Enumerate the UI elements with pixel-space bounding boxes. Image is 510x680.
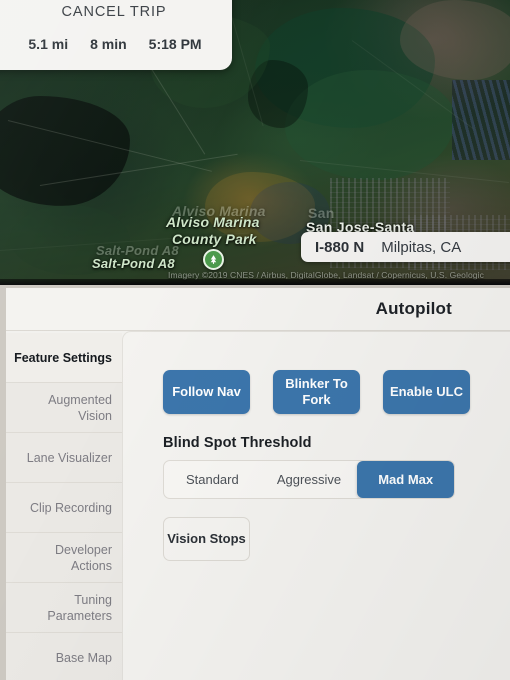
trip-stats: 5.1 mi 8 min 5:18 PM [28,36,201,52]
settings-panel: Autopilot Feature Settings Augmented Vis… [0,285,510,680]
trip-arrival-time: 5:18 PM [148,36,202,52]
blind-spot-option-aggressive[interactable]: Aggressive [261,461,358,498]
follow-nav-button[interactable]: Follow Nav [163,370,250,414]
map-dark-field [0,96,130,206]
satellite-map[interactable]: Alviso Marina Alviso Marina County Park … [0,0,510,285]
blind-spot-option-standard[interactable]: Standard [164,461,261,498]
blind-spot-threshold-segmented-control[interactable]: Standard Aggressive Mad Max [163,460,455,499]
map-label-salt-pond-a8: Salt-Pond A8 [92,256,175,271]
settings-header: Autopilot [6,288,510,331]
sidebar-item-feature-settings[interactable]: Feature Settings [6,333,122,383]
settings-sidebar[interactable]: Feature Settings Augmented Vision Lane V… [6,333,122,680]
sidebar-item-label: Developer Actions [55,542,112,573]
trip-duration: 8 min [90,36,127,52]
blinker-to-fork-button[interactable]: Blinker To Fork [273,370,360,414]
map-wetland [285,70,455,180]
sidebar-item-label: Tuning Parameters [47,592,112,623]
cancel-trip-card[interactable]: CANCEL TRIP 5.1 mi 8 min 5:18 PM [0,0,232,70]
sidebar-item-label: Augmented Vision [48,392,112,423]
page-title: Autopilot [375,299,452,318]
action-button-row: Follow Nav Blinker To Fork Enable ULC [163,370,470,414]
sidebar-item-label: Feature Settings [14,350,112,365]
vision-stops-button[interactable]: Vision Stops [163,517,250,561]
blind-spot-option-mad-max[interactable]: Mad Max [357,461,454,498]
map-label-county-park: County Park [172,231,257,247]
blind-spot-threshold-title: Blind Spot Threshold [163,435,312,451]
destination-road: I-880 N [315,238,365,256]
enable-ulc-button[interactable]: Enable ULC [383,370,470,414]
sidebar-item-tuning-parameters[interactable]: Tuning Parameters [6,583,122,633]
sidebar-item-lane-visualizer[interactable]: Lane Visualizer [6,433,122,483]
destination-bar[interactable]: I-880 N Milpitas, CA [301,232,510,262]
cancel-trip-label[interactable]: CANCEL TRIP [62,4,167,20]
feature-settings-content: Follow Nav Blinker To Fork Enable ULC Bl… [122,331,510,680]
sidebar-item-developer-actions[interactable]: Developer Actions [6,533,122,583]
tesla-autopilot-settings-screen: Alviso Marina Alviso Marina County Park … [0,0,510,680]
map-label-alviso-marina: Alviso Marina [166,214,260,230]
sidebar-item-augmented-vision[interactable]: Augmented Vision [6,383,122,433]
trip-distance: 5.1 mi [28,36,69,52]
destination-city: Milpitas, CA [381,238,462,256]
sidebar-item-clip-recording[interactable]: Clip Recording [6,483,122,533]
sidebar-item-label: Base Map [55,650,112,665]
sidebar-item-label: Lane Visualizer [26,450,112,465]
sidebar-item-label: Clip Recording [30,500,112,515]
sidebar-item-base-map[interactable]: Base Map [6,633,122,680]
park-tree-icon[interactable] [203,249,224,270]
